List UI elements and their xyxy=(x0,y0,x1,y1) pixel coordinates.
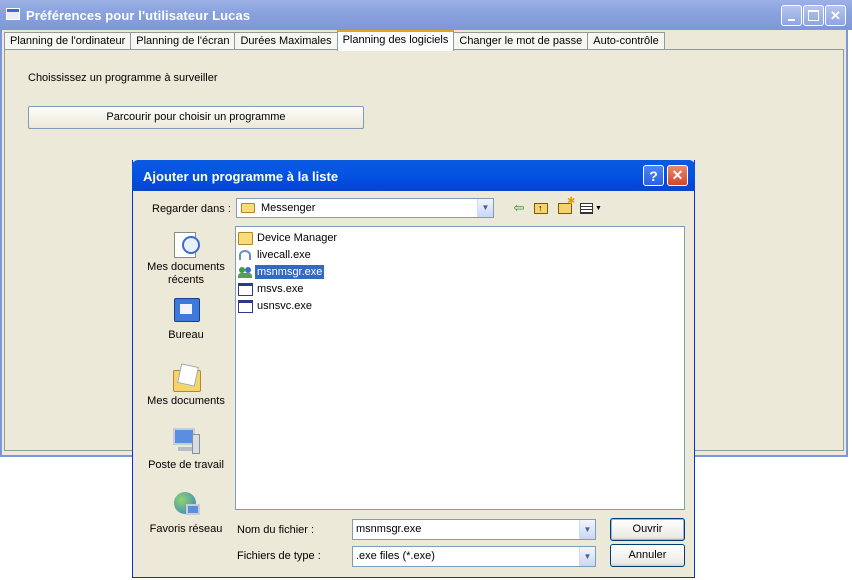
dialog-close-button[interactable]: ✕ xyxy=(667,165,688,186)
up-folder-icon: ↑ xyxy=(534,202,548,214)
desktop-icon xyxy=(170,296,202,326)
place-label: Mes documents récents xyxy=(147,261,225,286)
list-item[interactable]: msnmsgr.exe xyxy=(238,264,325,280)
tab-auto-controle[interactable]: Auto-contrôle xyxy=(587,32,665,50)
view-menu-button[interactable]: ▼ xyxy=(578,199,604,217)
place-label: Favoris réseau xyxy=(149,523,223,535)
app-window-icon xyxy=(6,8,20,20)
up-folder-button[interactable]: ↑ xyxy=(532,199,550,217)
main-close-button[interactable]: ✕ xyxy=(825,5,846,26)
back-arrow-icon: ⇦ xyxy=(513,200,525,215)
look-in-combo[interactable]: Messenger ▼ xyxy=(236,198,494,218)
tab-strip: Planning de l'ordinateur Planning de l'é… xyxy=(4,30,665,51)
maximize-button[interactable] xyxy=(803,5,824,26)
tab-durees-maximales[interactable]: Durées Maximales xyxy=(234,32,338,50)
place-network[interactable]: Favoris réseau xyxy=(143,490,229,536)
file-list[interactable]: Device Manager livecall.exe msnmsgr.exe … xyxy=(235,226,685,510)
main-window-title: Préférences pour l'utilisateur Lucas xyxy=(26,8,251,23)
chevron-down-icon[interactable]: ▼ xyxy=(579,520,595,539)
list-item[interactable]: usnsvc.exe xyxy=(238,298,314,314)
place-label: Mes documents xyxy=(147,395,225,407)
filetype-label: Fichiers de type : xyxy=(237,550,321,562)
file-name: Device Manager xyxy=(257,232,338,244)
view-menu-icon xyxy=(580,202,594,214)
look-in-label: Regarder dans : xyxy=(152,203,231,215)
dialog-title: Ajouter un programme à la liste xyxy=(143,169,339,184)
list-item[interactable]: Device Manager xyxy=(238,230,339,246)
close-icon: ✕ xyxy=(671,167,684,183)
place-recent-documents[interactable]: Mes documents récents xyxy=(143,228,229,287)
minimize-button[interactable] xyxy=(781,5,802,26)
tab-changer-mot-de-passe[interactable]: Changer le mot de passe xyxy=(453,32,589,50)
executable-icon xyxy=(238,299,253,313)
browse-program-button[interactable]: Parcourir pour choisir un programme xyxy=(28,106,364,129)
dialog-title-bar[interactable]: Ajouter un programme à la liste ? ✕ xyxy=(132,160,695,191)
place-label: Bureau xyxy=(168,329,204,341)
back-button[interactable]: ⇦ xyxy=(510,199,528,217)
my-documents-icon xyxy=(170,362,202,392)
filename-value: msnmsgr.exe xyxy=(356,523,422,535)
open-button[interactable]: Ouvrir xyxy=(610,518,685,541)
place-my-documents[interactable]: Mes documents xyxy=(143,362,229,408)
folder-icon xyxy=(238,231,253,245)
minimize-icon xyxy=(788,18,795,21)
filetype-select[interactable]: .exe files (*.exe) ▼ xyxy=(352,546,596,567)
list-item[interactable]: msvs.exe xyxy=(238,281,305,297)
file-name: usnsvc.exe xyxy=(257,300,313,312)
maximize-icon xyxy=(808,10,819,21)
tab-planning-ordinateur[interactable]: Planning de l'ordinateur xyxy=(4,32,132,50)
file-name: msnmsgr.exe xyxy=(255,265,325,279)
place-desktop[interactable]: Bureau xyxy=(143,296,229,342)
tab-planning-logiciels[interactable]: Planning des logiciels xyxy=(336,30,455,51)
main-title-bar[interactable]: Préférences pour l'utilisateur Lucas ✕ xyxy=(0,0,852,30)
cancel-button[interactable]: Annuler xyxy=(610,544,685,567)
livecall-exe-icon xyxy=(238,249,253,262)
place-label: Poste de travail xyxy=(148,459,224,471)
look-in-value: Messenger xyxy=(261,202,316,214)
chevron-down-icon: ▼ xyxy=(595,204,602,212)
filename-label: Nom du fichier : xyxy=(237,524,315,536)
list-item[interactable]: livecall.exe xyxy=(238,247,313,263)
network-places-icon xyxy=(170,490,202,520)
tab-planning-ecran[interactable]: Planning de l'écran xyxy=(130,32,236,50)
recent-documents-icon xyxy=(170,228,202,258)
chevron-down-icon[interactable]: ▼ xyxy=(579,547,595,566)
close-icon: ✕ xyxy=(830,7,841,23)
choose-program-prompt: Choississez un programme à surveiller xyxy=(28,72,218,84)
place-my-computer[interactable]: Poste de travail xyxy=(143,426,229,472)
new-folder-icon: ✱ xyxy=(558,196,575,214)
filetype-value: .exe files (*.exe) xyxy=(356,550,435,562)
file-name: msvs.exe xyxy=(257,283,304,295)
file-name: livecall.exe xyxy=(257,249,311,261)
msn-messenger-icon xyxy=(238,266,253,279)
places-bar: Mes documents récents Bureau Mes documen… xyxy=(143,224,229,546)
help-button[interactable]: ? xyxy=(643,165,664,186)
filename-input[interactable]: msnmsgr.exe ▼ xyxy=(352,519,596,540)
executable-icon xyxy=(238,282,253,296)
help-icon: ? xyxy=(649,167,658,184)
folder-icon xyxy=(241,203,255,213)
new-folder-button[interactable]: ✱ xyxy=(556,196,575,217)
my-computer-icon xyxy=(170,426,202,456)
chevron-down-icon[interactable]: ▼ xyxy=(477,199,493,217)
